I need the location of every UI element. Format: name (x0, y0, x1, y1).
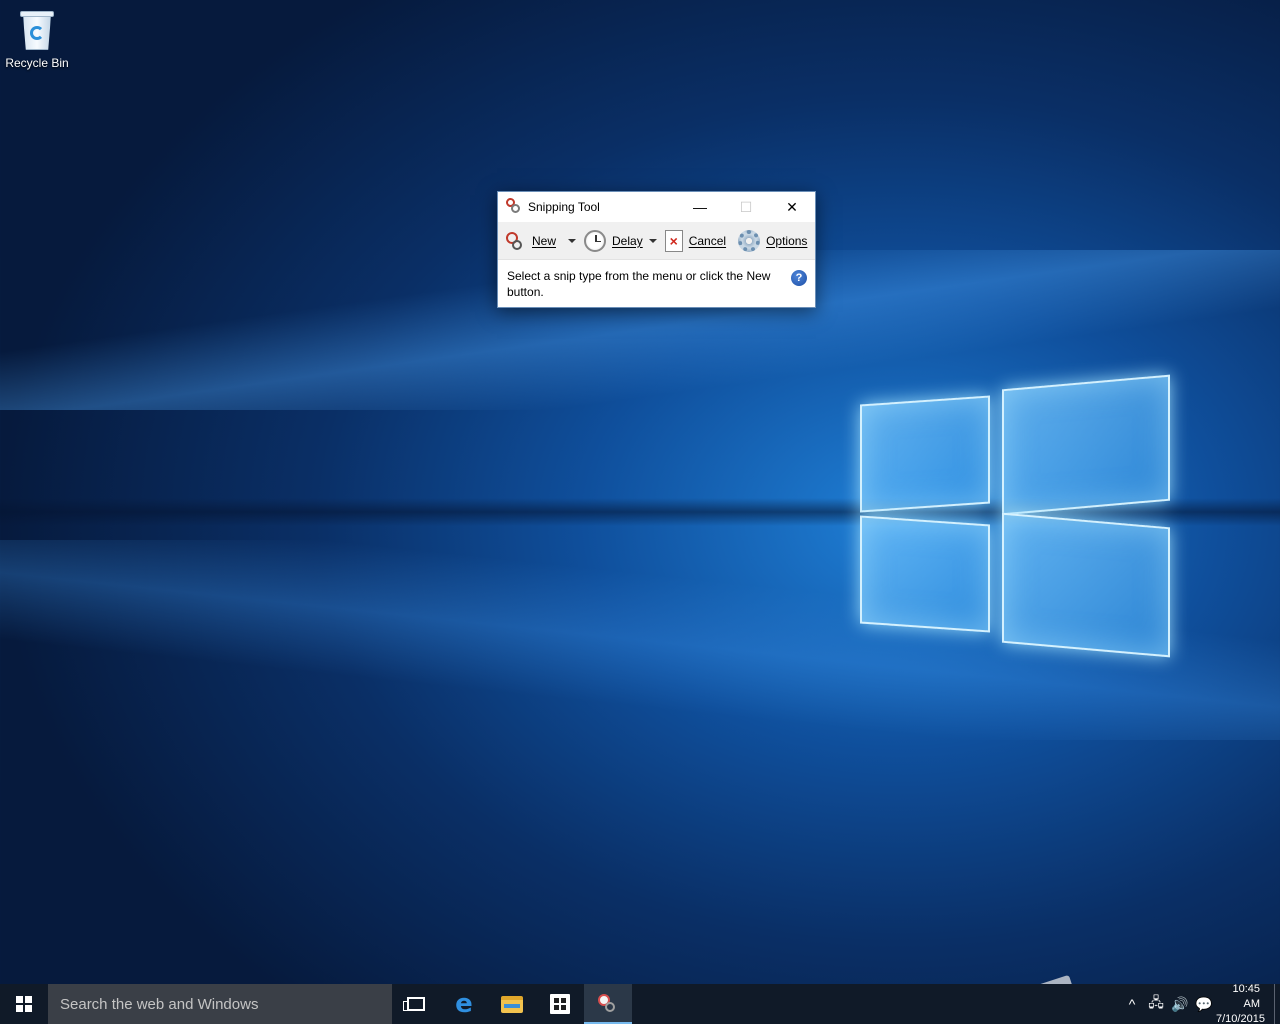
cancel-button[interactable]: × Cancel (664, 226, 727, 256)
cancel-button-label: Cancel (688, 233, 727, 248)
help-icon[interactable]: ? (791, 270, 807, 286)
desktop-icon-recycle-bin[interactable]: Recycle Bin (4, 6, 70, 70)
cancel-icon: × (664, 229, 683, 252)
new-button[interactable]: New (504, 226, 556, 256)
new-button-label: New (532, 233, 557, 248)
volume-icon[interactable]: 🔊 (1168, 984, 1192, 1024)
show-hidden-icons-chevron-icon[interactable]: ^ (1120, 984, 1144, 1024)
network-icon[interactable]: 🖧 (1144, 984, 1168, 1024)
notifications-icon[interactable]: 💬 (1192, 984, 1216, 1024)
delay-button[interactable]: Delay (584, 226, 665, 256)
delay-button-label: Delay (612, 233, 643, 248)
toolbar: New Delay × Cancel Options (498, 222, 815, 260)
options-button-label: Options (766, 233, 808, 248)
minimize-button[interactable]: — (677, 192, 723, 222)
recycle-bin-icon (17, 8, 57, 52)
clock-date: 7/10/2015 (1216, 1012, 1265, 1024)
instruction-message: Select a snip type from the menu or clic… (507, 269, 771, 299)
clock-icon (584, 229, 607, 252)
store-icon (550, 994, 570, 1014)
wallpaper-logo-pane (860, 395, 990, 513)
close-button[interactable]: ✕ (769, 192, 815, 222)
taskbar-app-store[interactable] (536, 984, 584, 1024)
taskbar-clock[interactable]: 10:45 AM 7/10/2015 (1216, 982, 1274, 1024)
options-button[interactable]: Options (738, 226, 807, 256)
taskbar-app-file-explorer[interactable] (488, 984, 536, 1024)
scissors-icon (504, 230, 526, 252)
search-box[interactable] (48, 984, 392, 1024)
snipping-tool-window: Snipping Tool — ☐ ✕ New Delay × Cancel O… (497, 191, 816, 308)
message-area: Select a snip type from the menu or clic… (498, 260, 815, 300)
taskbar-app-snipping-tool[interactable] (584, 984, 632, 1024)
windows-logo-icon (16, 996, 32, 1012)
taskbar-app-edge[interactable]: e (440, 984, 488, 1024)
task-view-icon (403, 997, 425, 1011)
edge-icon: e (455, 989, 473, 1019)
task-view-button[interactable] (392, 984, 440, 1024)
desktop-icon-label: Recycle Bin (5, 56, 69, 70)
wallpaper-logo-pane (1002, 374, 1170, 516)
start-button[interactable] (0, 984, 48, 1024)
wallpaper-logo-pane (860, 515, 990, 633)
title-bar[interactable]: Snipping Tool — ☐ ✕ (498, 192, 815, 222)
search-input[interactable] (60, 995, 380, 1013)
folder-icon (501, 995, 523, 1013)
show-desktop-button[interactable] (1274, 984, 1280, 1024)
snipping-tool-icon (506, 198, 524, 216)
new-dropdown-arrow[interactable] (568, 238, 577, 243)
snipping-tool-icon (597, 993, 619, 1015)
clock-time: 10:45 AM (1232, 982, 1260, 1010)
system-tray: ^ 🖧 🔊 💬 10:45 AM 7/10/2015 (1120, 982, 1280, 1024)
gear-icon (738, 229, 761, 252)
window-title: Snipping Tool (528, 200, 600, 214)
taskbar: e ^ 🖧 🔊 💬 10:45 AM 7/10/2015 (0, 982, 1280, 1024)
delay-dropdown-arrow[interactable] (648, 238, 657, 243)
wallpaper-logo-pane (1002, 512, 1170, 658)
maximize-button: ☐ (739, 198, 753, 215)
